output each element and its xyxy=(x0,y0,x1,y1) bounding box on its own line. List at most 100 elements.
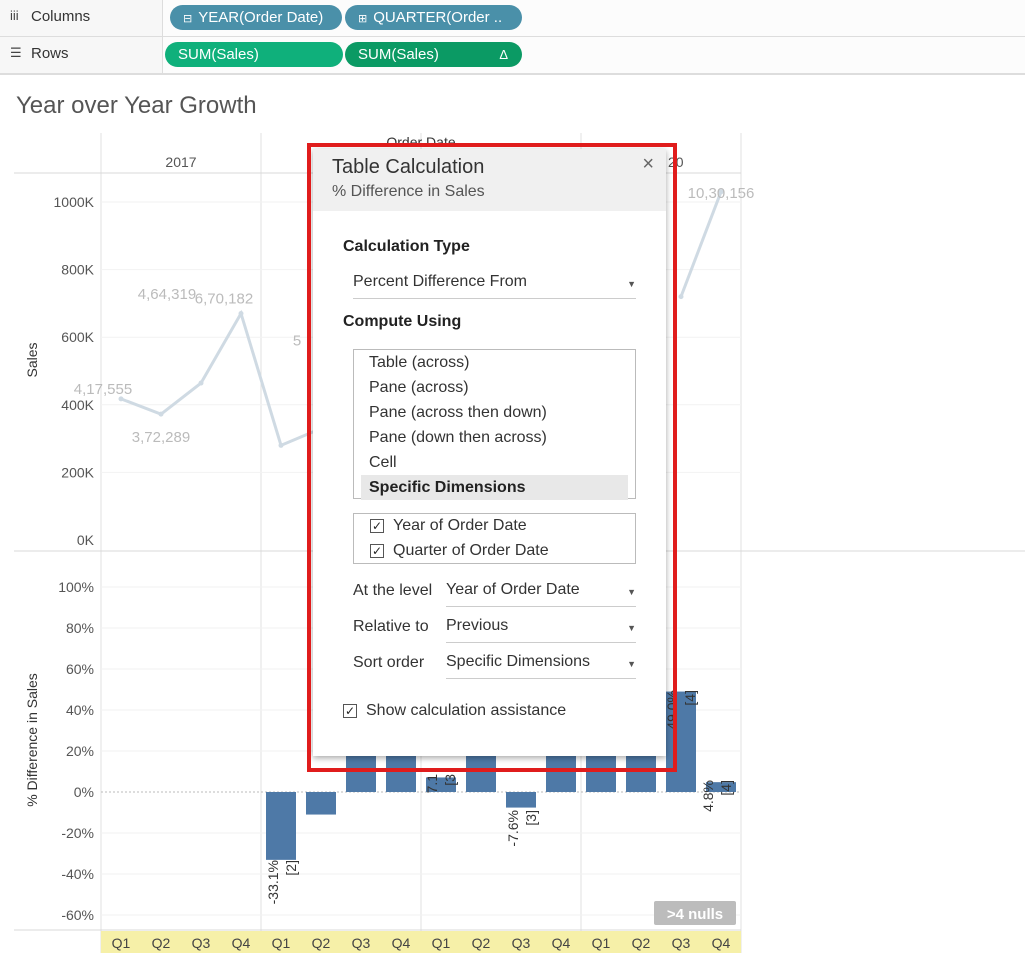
chevron-down-icon: ▼ xyxy=(627,623,636,633)
sales-point xyxy=(278,442,284,448)
relative-to-dropdown[interactable]: Previous ▼ xyxy=(446,617,636,643)
bar-index-label: [3] xyxy=(523,810,539,826)
pct-tick-label: 100% xyxy=(58,579,94,595)
sales-point xyxy=(198,380,204,386)
pct-diff-bar xyxy=(306,792,336,815)
bar-index-label: [3 xyxy=(442,774,458,786)
year-of-order-date-checkbox[interactable]: ✓ xyxy=(370,519,384,533)
bar-pct-label: 7.1 xyxy=(424,774,440,794)
quarter-label: Q4 xyxy=(392,935,411,951)
sort-order-dropdown[interactable]: Specific Dimensions ▼ xyxy=(446,653,636,679)
pct-tick-label: 40% xyxy=(66,702,94,718)
pct-tick-label: -60% xyxy=(61,907,94,923)
sales-data-label: 3,72,289 xyxy=(132,429,190,446)
sales-tick-label: 200K xyxy=(61,464,94,480)
quarter-label: Q3 xyxy=(512,935,531,951)
quarter-label: Q1 xyxy=(272,935,291,951)
compute-option-pane-across-then-down[interactable]: Pane (across then down) xyxy=(361,400,628,425)
year-header: 2017 xyxy=(165,154,196,170)
at-the-level-dropdown[interactable]: Year of Order Date ▼ xyxy=(446,581,636,607)
sales-tick-label: 600K xyxy=(61,329,94,345)
bar-index-label: [4] xyxy=(682,690,698,706)
quarter-label: Q1 xyxy=(592,935,611,951)
year-header: 20 xyxy=(668,154,684,170)
chevron-down-icon: ▼ xyxy=(627,659,636,669)
sales-data-label: 6,70,182 xyxy=(195,290,253,307)
quarter-label: Q4 xyxy=(712,935,731,951)
sort-order-label: Sort order xyxy=(353,654,425,671)
compute-option-table-across[interactable]: Table (across) xyxy=(361,350,628,375)
quarter-label: Q2 xyxy=(312,935,331,951)
pct-tick-label: 20% xyxy=(66,743,94,759)
pct-tick-label: -40% xyxy=(61,866,94,882)
compute-option-pane-across[interactable]: Pane (across) xyxy=(361,375,628,400)
dialog-title: Table Calculation xyxy=(332,156,485,178)
nulls-badge-label: >4 nulls xyxy=(667,906,723,923)
table-calculation-dialog: Table Calculation % Difference in Sales … xyxy=(313,149,666,756)
bar-pct-label: -7.6% xyxy=(505,810,521,847)
dialog-header: Table Calculation % Difference in Sales … xyxy=(313,149,666,211)
bar-label: -7.6% [3] xyxy=(505,810,539,847)
compute-using-list[interactable]: Table (across) Pane (across) Pane (acros… xyxy=(353,349,636,500)
sales-data-label: 4,64,319 xyxy=(138,286,196,303)
quarter-of-order-date-checkbox[interactable]: ✓ xyxy=(370,544,384,558)
quarter-label: Q2 xyxy=(152,935,171,951)
pct-tick-label: 80% xyxy=(66,620,94,636)
quarter-label: Q4 xyxy=(552,935,571,951)
close-icon[interactable]: × xyxy=(642,153,654,176)
calculation-type-dropdown[interactable]: Percent Difference From ▼ xyxy=(353,273,636,299)
quarter-of-order-date-label: Quarter of Order Date xyxy=(393,542,549,559)
year-of-order-date-label: Year of Order Date xyxy=(393,517,527,534)
sales-point xyxy=(678,294,684,300)
dimension-checklist: ✓ Year of Order Date ✓ Quarter of Order … xyxy=(353,513,636,564)
sales-point xyxy=(238,310,244,316)
show-assistance-label: Show calculation assistance xyxy=(366,702,567,719)
calculation-type-heading: Calculation Type xyxy=(343,238,470,255)
relative-to-value: Previous xyxy=(446,617,509,634)
sales-data-label: 10,30,156 xyxy=(688,185,755,202)
show-assistance-checkbox[interactable]: ✓ xyxy=(343,704,357,718)
chevron-down-icon: ▼ xyxy=(627,587,636,597)
dialog-subtitle: % Difference in Sales xyxy=(332,183,485,200)
pct-diff-bar xyxy=(266,792,296,860)
compute-option-specific-dimensions[interactable]: Specific Dimensions xyxy=(361,475,628,500)
relative-to-label: Relative to xyxy=(353,618,429,635)
bar-index-label: [2] xyxy=(283,860,299,876)
sales-tick-label: 400K xyxy=(61,397,94,413)
compute-option-cell[interactable]: Cell xyxy=(361,450,628,475)
quarter-label: Q3 xyxy=(192,935,211,951)
bar-label: -33.1% [2] xyxy=(265,860,299,904)
chevron-down-icon: ▼ xyxy=(627,279,636,289)
calculation-type-value: Percent Difference From xyxy=(353,273,527,290)
compute-using-heading: Compute Using xyxy=(343,313,462,330)
sales-tick-label: 1000K xyxy=(54,194,95,210)
pct-tick-label: -20% xyxy=(61,825,94,841)
quarter-label: Q2 xyxy=(472,935,491,951)
sales-axis-label: Sales xyxy=(24,342,40,377)
bar-pct-label: -33.1% xyxy=(265,860,281,904)
sort-order-value: Specific Dimensions xyxy=(446,653,591,670)
pct-tick-label: 60% xyxy=(66,661,94,677)
sales-line xyxy=(679,191,723,298)
sales-data-label: 5 xyxy=(293,332,301,349)
compute-option-pane-down-then-across[interactable]: Pane (down then across) xyxy=(361,425,628,450)
pct-tick-label: 0% xyxy=(74,784,94,800)
quarter-label: Q1 xyxy=(432,935,451,951)
quarter-label: Q3 xyxy=(672,935,691,951)
sales-point xyxy=(158,411,164,417)
bar-index-label: [4] xyxy=(718,780,734,796)
at-the-level-value: Year of Order Date xyxy=(446,581,580,598)
bar-pct-label: 49.0% xyxy=(664,690,680,730)
bar-pct-label: 4.8% xyxy=(700,780,716,812)
sales-data-label: 4,17,555 xyxy=(74,381,132,398)
quarter-label: Q3 xyxy=(352,935,371,951)
pct-diff-bar xyxy=(506,792,536,808)
sales-line xyxy=(120,309,322,448)
quarter-label: Q2 xyxy=(632,935,651,951)
quarter-label: Q4 xyxy=(232,935,251,951)
quarter-label: Q1 xyxy=(112,935,131,951)
nulls-indicator[interactable]: >4 nulls xyxy=(654,901,736,925)
sales-tick-label: 0K xyxy=(77,532,95,548)
at-the-level-label: At the level xyxy=(353,582,433,599)
sales-tick-label: 800K xyxy=(61,262,94,278)
